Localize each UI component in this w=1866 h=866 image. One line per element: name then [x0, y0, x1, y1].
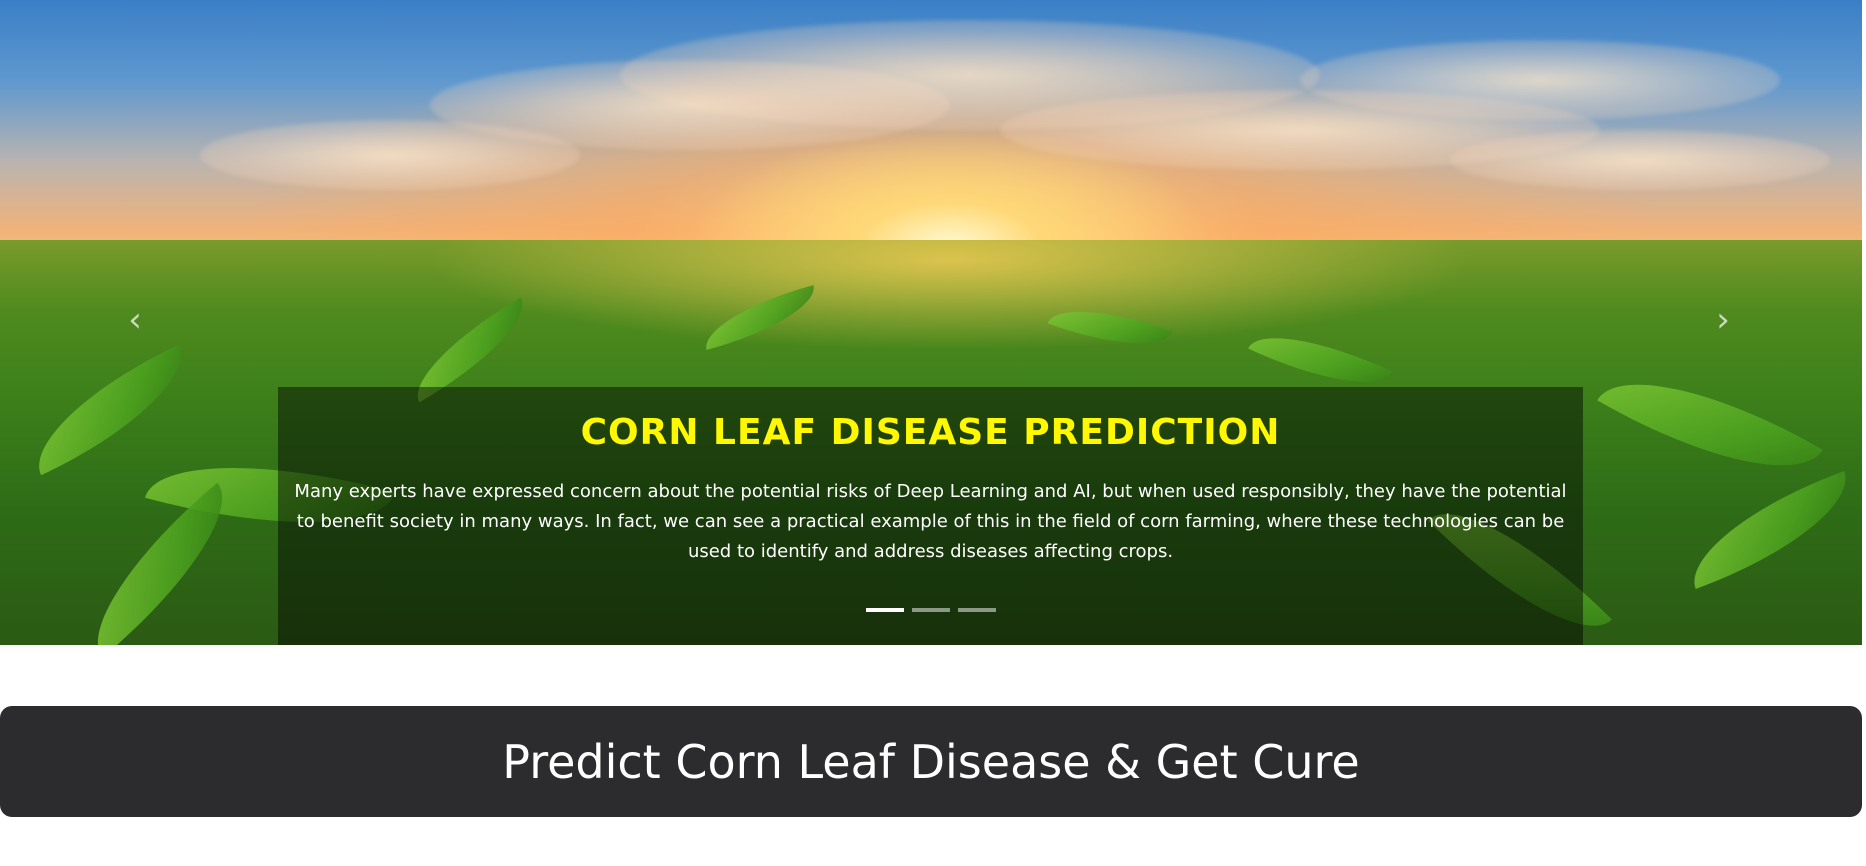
carousel-prev-button[interactable]: ‹ — [115, 300, 155, 340]
hero-description: Many experts have expressed concern abou… — [294, 480, 1567, 562]
carousel-indicator-2[interactable] — [911, 608, 950, 612]
carousel-indicator-1[interactable] — [865, 608, 904, 612]
carousel-indicators — [278, 608, 1583, 612]
hero-carousel: ‹ › CORN LEAF DISEASE PREDICTION Many ex… — [0, 0, 1862, 645]
carousel-indicator-3[interactable] — [957, 608, 996, 612]
carousel-next-button[interactable]: › — [1703, 300, 1743, 340]
chevron-left-icon: ‹ — [128, 300, 142, 340]
predict-banner: Predict Corn Leaf Disease & Get Cure — [0, 706, 1862, 817]
carousel-caption: CORN LEAF DISEASE PREDICTION Many expert… — [278, 387, 1583, 645]
banner-title: Predict Corn Leaf Disease & Get Cure — [502, 734, 1360, 789]
hero-title: CORN LEAF DISEASE PREDICTION — [580, 412, 1281, 453]
sky-background — [0, 0, 1862, 270]
chevron-right-icon: › — [1716, 300, 1730, 340]
